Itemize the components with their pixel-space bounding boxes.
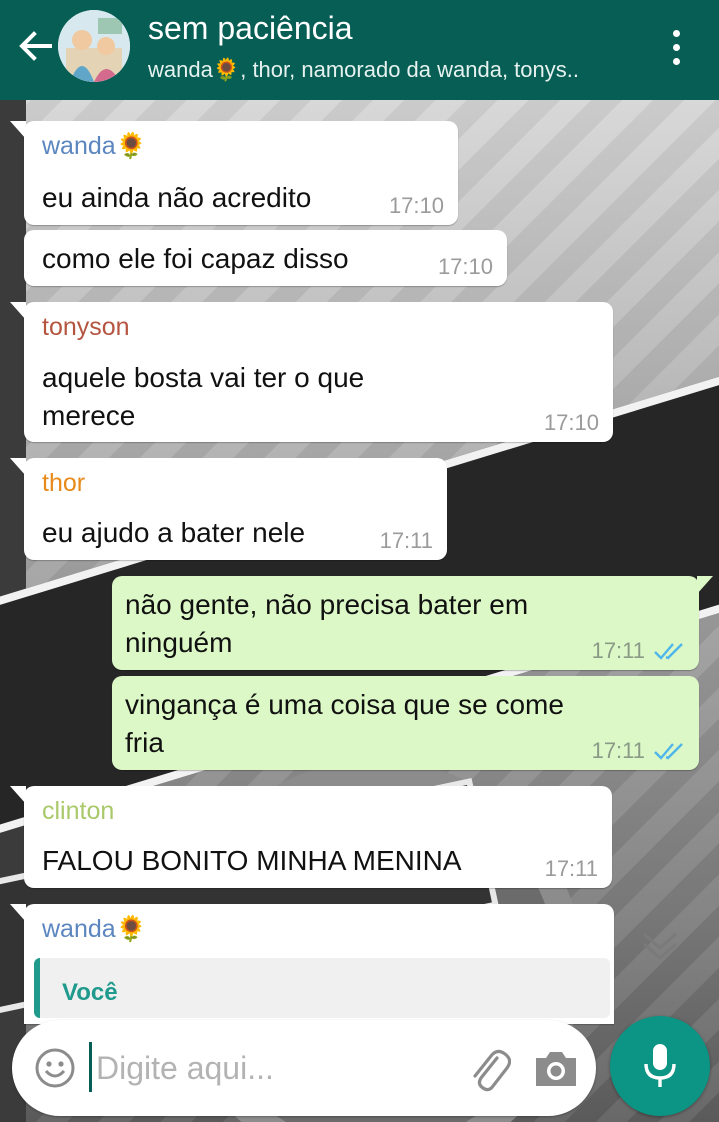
text-cursor [89, 1042, 92, 1092]
message-bubble[interactable]: thor eu ajudo a bater nele 17:11 [10, 458, 447, 560]
attach-button[interactable] [467, 1044, 512, 1094]
message-time: 17:11 [591, 738, 645, 763]
message-bubble-outgoing[interactable]: não gente, não precisa bater em ninguém … [112, 576, 713, 670]
message-sender: wanda🌻 [42, 915, 147, 943]
chat-title[interactable]: sem paciência [148, 10, 353, 47]
message-sender: clinton [42, 797, 115, 825]
arrow-left-icon [19, 31, 52, 61]
message-time: 17:10 [437, 254, 493, 279]
message-time: 17:10 [543, 410, 599, 435]
camera-button[interactable] [532, 1048, 580, 1088]
message-text: FALOU BONITO MINHA MENINA [42, 845, 462, 876]
camera-icon [536, 1052, 576, 1086]
message-bubble[interactable]: wanda🌻 Você [10, 904, 614, 1024]
double-chevron-down-icon [643, 932, 677, 960]
message-text-line: não gente, não precisa bater em [125, 589, 529, 620]
double-check-read-icon [654, 643, 683, 660]
quoted-author: Você [62, 979, 118, 1006]
back-button[interactable] [10, 22, 60, 72]
message-time: 17:11 [591, 638, 645, 663]
message-time: 17:10 [388, 193, 444, 218]
message-sender: wanda🌻 [42, 132, 147, 160]
scroll-to-bottom-button[interactable] [640, 928, 680, 964]
message-bubble[interactable]: como ele foi capaz disso 17:10 [24, 230, 507, 286]
message-sender: thor [42, 469, 86, 497]
message-text-line: fria [125, 727, 164, 758]
chat-header: sem paciência wanda🌻, thor, namorado da … [0, 0, 719, 100]
message-bubble[interactable]: wanda🌻 eu ainda não acredito 17:10 [10, 121, 458, 225]
emoji-icon [35, 1048, 75, 1088]
message-composer [12, 1020, 596, 1116]
message-sender: tonyson [42, 313, 130, 341]
group-avatar[interactable] [58, 10, 130, 82]
more-options-button[interactable] [664, 24, 688, 72]
quoted-message[interactable]: Você [34, 958, 610, 1018]
microphone-icon [644, 1044, 676, 1087]
message-text-line: merece [42, 400, 136, 431]
message-text-line: ninguém [125, 627, 233, 658]
message-bubble[interactable]: tonyson aquele bosta vai ter o que merec… [10, 302, 613, 442]
paperclip-icon [473, 1049, 512, 1092]
message-text: como ele foi capaz disso [42, 243, 349, 274]
message-input[interactable] [96, 1044, 456, 1092]
voice-message-button[interactable] [610, 1016, 710, 1116]
message-text: eu ajudo a bater nele [42, 517, 306, 548]
message-bubble-outgoing[interactable]: vingança é uma coisa que se come fria 17… [112, 676, 699, 770]
double-check-read-icon [654, 743, 683, 760]
chat-members-list[interactable]: wanda🌻, thor, namorado da wanda, tonys.. [148, 57, 579, 83]
message-text-line: aquele bosta vai ter o que [42, 362, 365, 393]
more-vertical-icon [673, 30, 680, 37]
message-time: 17:11 [379, 528, 433, 553]
emoji-button[interactable] [34, 1047, 76, 1089]
message-time: 17:11 [544, 856, 598, 881]
message-text-line: vingança é uma coisa que se come [125, 689, 564, 720]
message-bubble[interactable]: clinton FALOU BONITO MINHA MENINA 17:11 [10, 786, 612, 888]
message-text: eu ainda não acredito [42, 182, 312, 213]
